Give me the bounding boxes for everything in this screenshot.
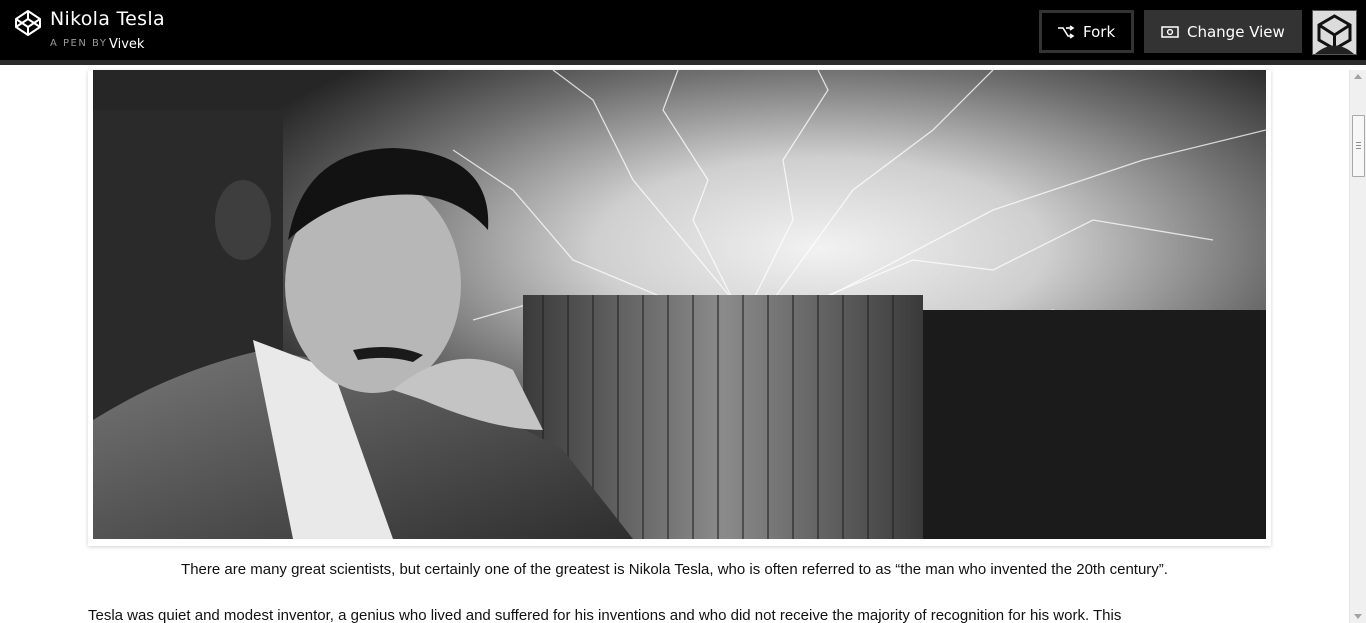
pen-byline-prefix: A PEN BY [50,38,108,49]
scroll-thumb[interactable] [1352,115,1365,177]
pen-author-link[interactable]: Vivek [109,37,144,52]
intro-paragraph: Tesla was quiet and modest inventor, a g… [88,607,1122,623]
codepen-logo-icon[interactable] [14,9,42,37]
change-view-button[interactable]: Change View [1144,10,1302,53]
hero-image-frame [88,70,1271,546]
scroll-up-arrow-icon[interactable] [1354,74,1362,79]
fork-label: Fork [1083,22,1116,41]
change-view-icon [1161,25,1179,38]
fork-icon [1058,24,1075,39]
hero-caption: There are many great scientists, but cer… [181,561,1168,578]
page-scrollbar[interactable] [1349,70,1366,623]
user-avatar-icon[interactable] [1312,10,1357,55]
header-bar: Nikola Tesla A PEN BY Vivek Fork Change … [0,0,1366,65]
pen-title: Nikola Tesla [50,8,165,30]
change-view-label: Change View [1187,22,1285,41]
hero-image [93,70,1266,539]
scroll-down-arrow-icon[interactable] [1354,614,1362,619]
fork-button[interactable]: Fork [1039,10,1134,53]
